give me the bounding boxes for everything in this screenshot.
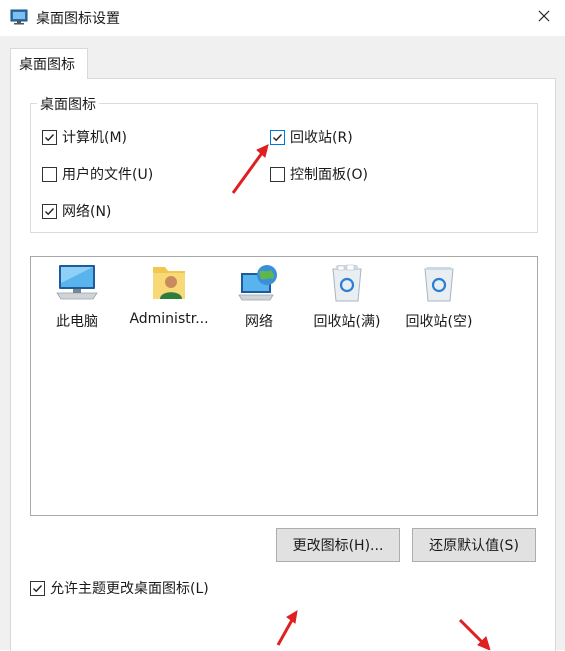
change-icon-button[interactable]: 更改图标(H)...	[276, 528, 400, 562]
checkbox-control-panel[interactable]: 控制面板(O)	[270, 164, 368, 184]
checkbox-label: 回收站(R)	[290, 130, 353, 146]
icon-item-administrator[interactable]: Administr...	[124, 263, 214, 343]
checkbox-label: 网络(N)	[62, 204, 112, 220]
tab-desktop-icons[interactable]: 桌面图标	[10, 48, 88, 79]
checkbox-box[interactable]	[42, 203, 57, 219]
icon-item-this-pc[interactable]: 此电脑	[32, 263, 122, 343]
computer-icon	[32, 263, 122, 305]
recycle-bin-empty-icon	[394, 263, 484, 305]
icon-item-recycle-bin-empty[interactable]: 回收站(空)	[394, 263, 484, 343]
checkbox-box[interactable]	[30, 580, 45, 596]
icon-item-recycle-bin-full[interactable]: 回收站(满)	[302, 263, 392, 343]
checkbox-label: 计算机(M)	[62, 130, 128, 146]
restore-default-button[interactable]: 还原默认值(S)	[412, 528, 536, 562]
checkbox-user-files[interactable]: 用户的文件(U)	[42, 164, 153, 184]
checkbox-box[interactable]	[42, 166, 57, 182]
window-title: 桌面图标设置	[36, 11, 120, 27]
checkbox-label: 允许主题更改桌面图标(L)	[50, 581, 209, 597]
icon-label: Administr...	[129, 311, 209, 327]
checkbox-allow-themes[interactable]: 允许主题更改桌面图标(L)	[30, 578, 209, 598]
icon-label: 网络	[245, 314, 273, 330]
checkbox-label: 用户的文件(U)	[62, 167, 154, 183]
checkbox-label: 控制面板(O)	[290, 167, 368, 183]
tab-label: 桌面图标	[19, 57, 75, 73]
recycle-bin-full-icon	[302, 263, 392, 305]
icon-label: 回收站(满)	[313, 314, 381, 330]
user-folder-icon	[124, 263, 214, 305]
icon-item-network[interactable]: 网络	[214, 263, 304, 343]
desktop-settings-icon	[10, 9, 28, 25]
checkbox-box[interactable]	[270, 129, 285, 145]
checkbox-network[interactable]: 网络(N)	[42, 201, 111, 221]
title-bar: 桌面图标设置	[0, 0, 565, 36]
checkbox-recycle-bin[interactable]: 回收站(R)	[270, 127, 353, 147]
checkbox-box[interactable]	[42, 129, 57, 145]
close-button[interactable]	[528, 4, 560, 32]
network-icon	[214, 263, 304, 305]
checkbox-box[interactable]	[270, 166, 285, 182]
icon-label: 回收站(空)	[405, 314, 473, 330]
checkbox-computer[interactable]: 计算机(M)	[42, 127, 127, 147]
close-icon	[538, 10, 550, 26]
icon-label: 此电脑	[56, 314, 98, 330]
groupbox-title: 桌面图标	[37, 94, 99, 114]
